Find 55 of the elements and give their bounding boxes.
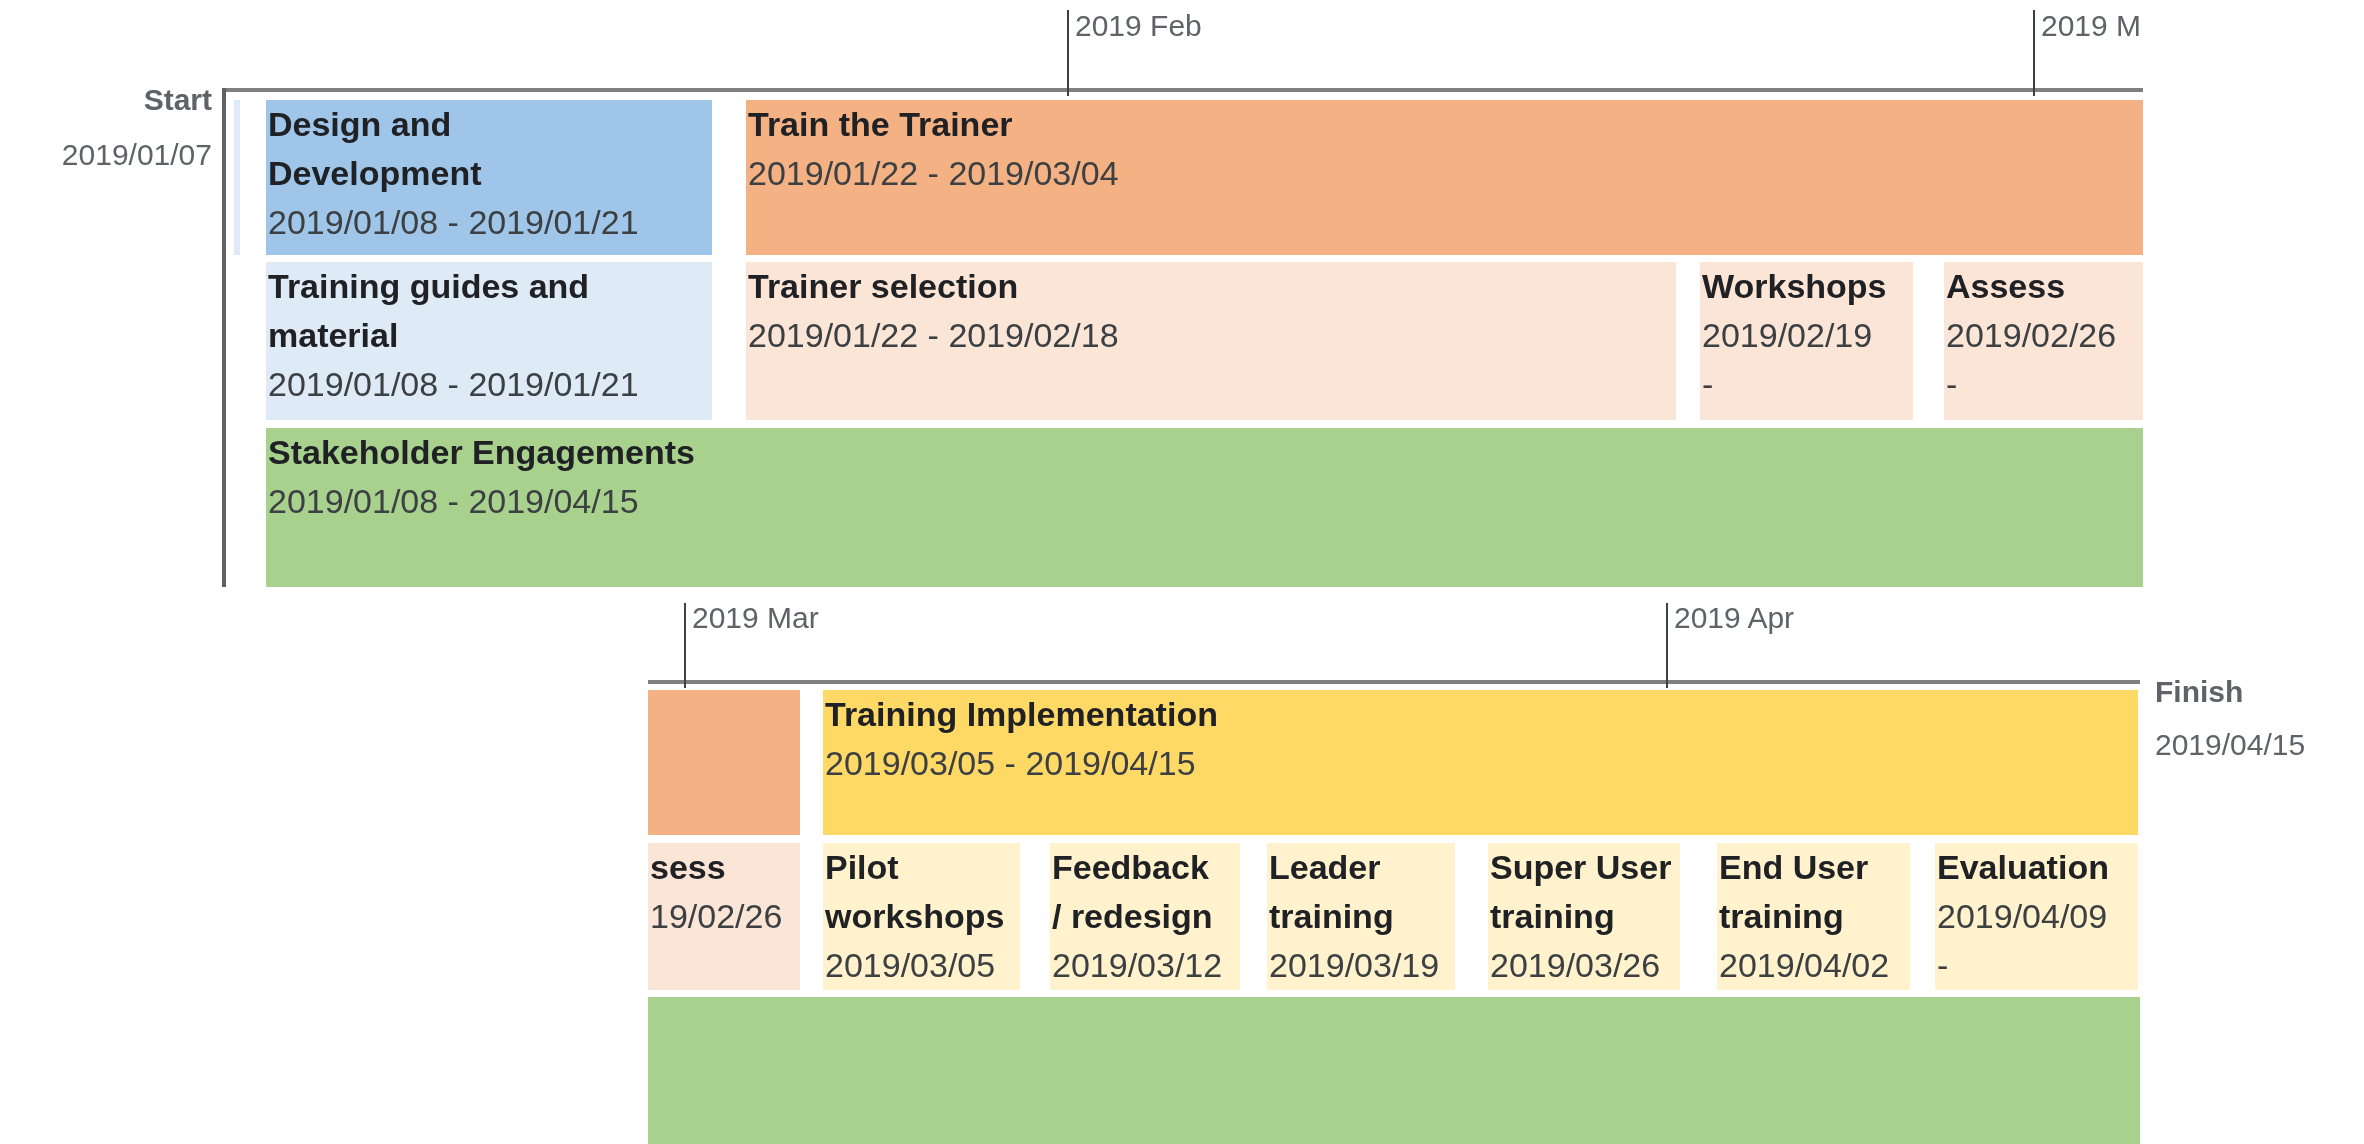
task-dates: 2019/01/22 - 2019/02/18 [748,315,1119,356]
task-dates: 2019/03/05 - 2019/04/15 [825,743,1196,784]
task-title: Workshops [1702,266,1887,307]
task-bar[interactable]: Training guides and material 2019/01/08 - 2019/01/21 [266,262,712,420]
task-bar[interactable]: sess 19/02/26 [648,843,800,990]
task-dates: 2019/02/26 - [1946,315,2118,405]
task-dates: 2019/03/26 [1490,945,1661,986]
task-bar[interactable]: Training Implementation 2019/03/05 - 2019/04/15 [823,690,2138,835]
start-date: 2019/01/07 [60,137,212,173]
task-dates: 2019/01/08 - 2019/01/21 [268,202,639,243]
task-dates: 2019/03/05 [825,945,996,986]
finish-label: Finish [2155,674,2244,710]
task-bar[interactable]: Feedback / redesign 2019/03/12 [1050,843,1240,990]
task-title: Evaluation [1937,847,2109,888]
task-bar[interactable]: Super User training 2019/03/26 [1488,843,1680,990]
tick-label: 2019 Mar [692,600,819,636]
task-dates: 2019/01/22 - 2019/03/04 [748,153,1119,194]
task-title: Assess [1946,266,2066,307]
task-dates: 2019/03/12 [1052,945,1223,986]
task-title: Super User training [1490,847,1673,937]
task-title: Leader training [1269,847,1395,937]
task-title: Training Implementation [825,694,1218,735]
task-bar[interactable]: Leader training 2019/03/19 [1267,843,1455,990]
task-dates: 2019/04/09 - [1937,896,2109,986]
task-dates: 2019/02/19 - [1702,315,1874,405]
task-bar[interactable]: Stakeholder Engagements 2019/01/08 - 2019/04/15 [266,428,2143,587]
tick-label: 2019 Feb [1075,8,1202,44]
task-bar[interactable]: Evaluation 2019/04/09 - [1935,843,2138,990]
finish-date: 2019/04/15 [2155,727,2306,763]
task-bar[interactable]: Train the Trainer 2019/01/22 - 2019/03/04 [746,100,2143,255]
task-title: Feedback / redesign [1052,847,1214,937]
tick-label: 2019 Apr [1674,600,1795,636]
task-bar[interactable]: Design and Development 2019/01/08 - 2019/01/21 [266,100,712,255]
task-bar[interactable]: Assess 2019/02/26 - [1944,262,2143,420]
task-bar[interactable]: Pilot workshops 2019/03/05 [823,843,1020,990]
task-dates: 2019/01/08 - 2019/04/15 [268,481,639,522]
task-title: Train the Trainer [748,104,1013,145]
task-title: Trainer selection [748,266,1019,307]
task-title: Stakeholder Engagements [268,432,695,473]
task-title: Design and Development [268,104,483,194]
task-bar[interactable] [648,997,2140,1144]
task-bar[interactable] [648,690,800,835]
task-title: Pilot workshops [825,847,1006,937]
task-dates: 19/02/26 [650,896,783,937]
tick-label: 2019 M [2041,8,2142,44]
task-title: End User training [1719,847,1870,937]
task-title: Training guides and material [268,266,591,356]
task-title: sess [650,847,726,888]
task-bar[interactable]: End User training 2019/04/02 [1717,843,1910,990]
start-label: Start [142,82,212,118]
task-dates: 2019/01/08 - 2019/01/21 [268,364,639,405]
task-dates: 2019/03/19 [1269,945,1440,986]
task-bar[interactable]: Workshops 2019/02/19 - [1700,262,1913,420]
task-bar[interactable]: Trainer selection 2019/01/22 - 2019/02/18 [746,262,1676,420]
task-dates: 2019/04/02 [1719,945,1890,986]
